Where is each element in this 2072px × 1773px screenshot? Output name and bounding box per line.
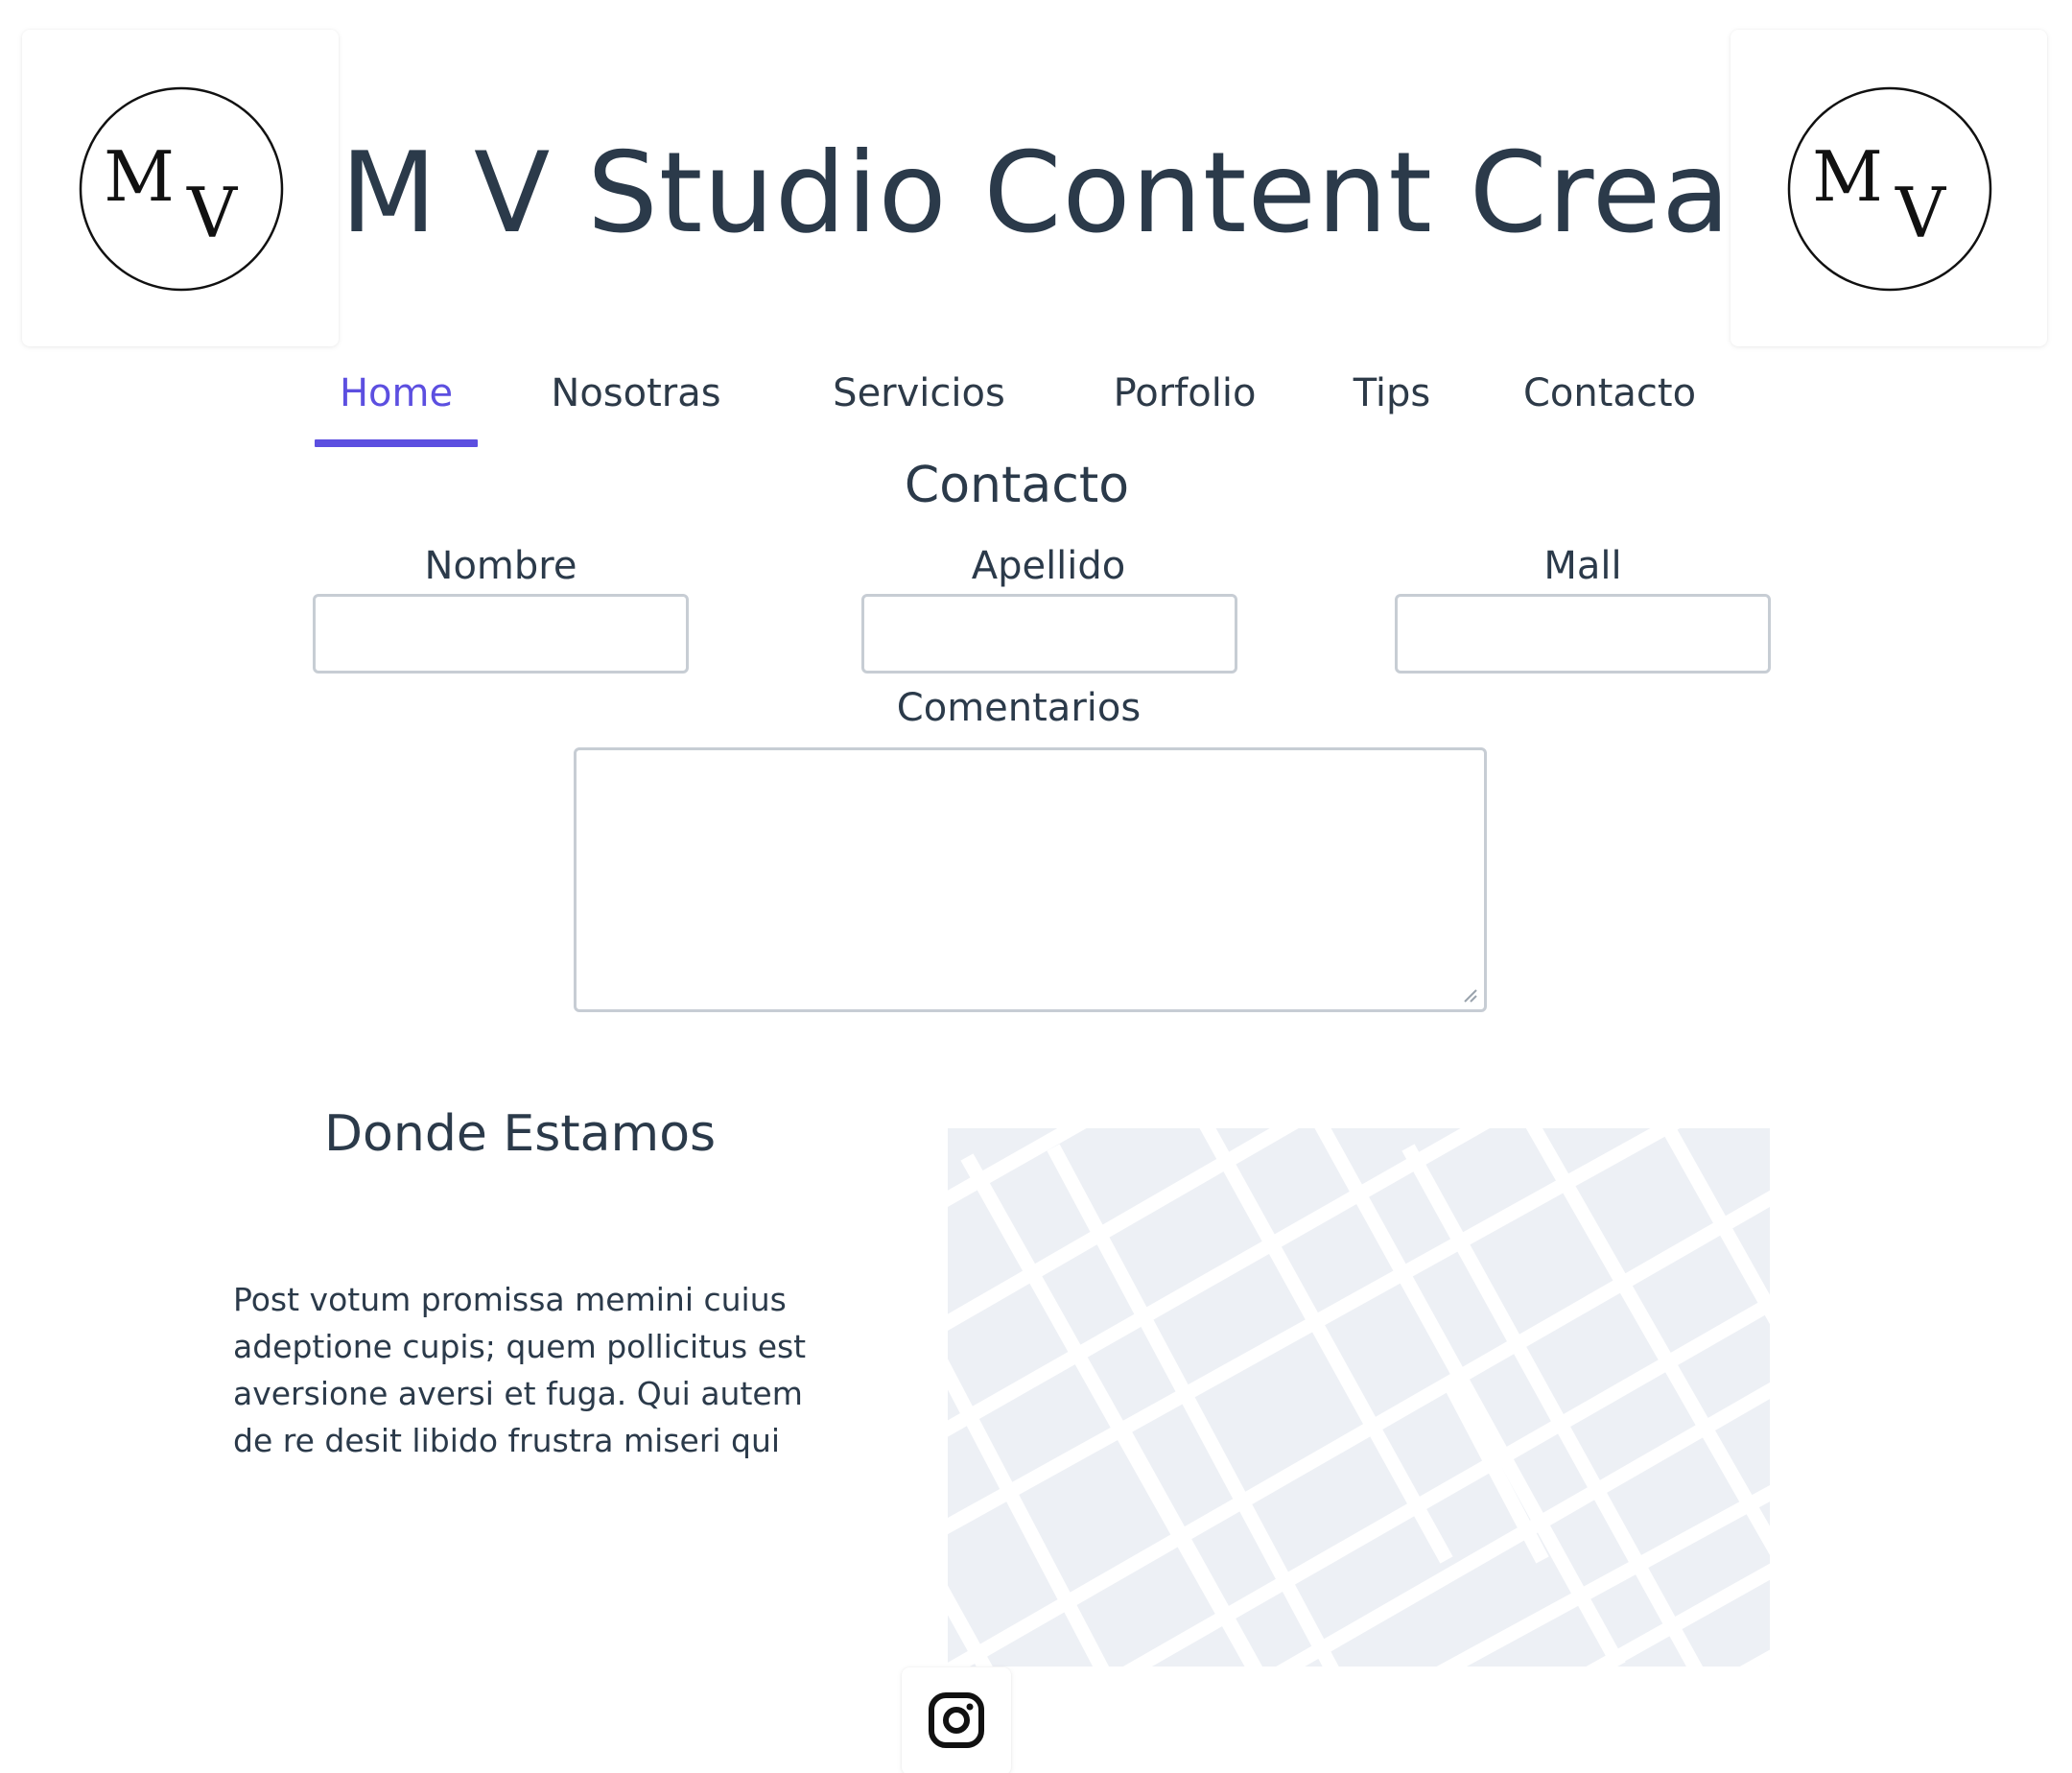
page: M V M V Studio Content Creator M V Home … xyxy=(0,0,2072,1773)
nav-item-home[interactable]: Home xyxy=(315,369,478,417)
location-heading: Donde Estamos xyxy=(324,1105,717,1163)
mall-input[interactable] xyxy=(1395,594,1771,674)
comentarios-label: Comentarios xyxy=(896,686,1142,730)
logo-left[interactable]: M V xyxy=(22,30,339,346)
logo-right[interactable]: M V xyxy=(1731,30,2047,346)
contact-heading: Contacto xyxy=(904,457,1130,514)
nav-item-tips[interactable]: Tips xyxy=(1339,369,1445,417)
nav-item-nosotras[interactable]: Nosotras xyxy=(540,369,732,417)
comentarios-textarea[interactable] xyxy=(574,747,1487,1012)
nombre-input[interactable] xyxy=(313,594,689,674)
mv-monogram-logo: M V xyxy=(1787,86,1992,292)
nav-item-servicios[interactable]: Servicios xyxy=(823,369,1015,417)
nav-item-contacto[interactable]: Contacto xyxy=(1514,369,1706,417)
location-description: Post votum promissa memini cuius adeptio… xyxy=(233,1281,807,1459)
logo-letter-v: V xyxy=(1895,173,1947,253)
mv-monogram-logo: M V xyxy=(79,86,284,292)
site-title: M V Studio Content Creator xyxy=(341,129,1892,258)
logo-letter-m: M xyxy=(104,136,175,217)
nav-item-porfolio[interactable]: Porfolio xyxy=(1094,369,1276,417)
instagram-link[interactable] xyxy=(902,1667,1011,1773)
apellido-label: Apellido xyxy=(971,544,1126,588)
resize-grip-icon[interactable] xyxy=(1461,986,1478,1004)
nav-active-indicator xyxy=(315,439,478,447)
nombre-label: Nombre xyxy=(424,544,577,588)
mall-label: Mall xyxy=(1543,544,1622,588)
map-graphic xyxy=(948,1128,1770,1667)
apellido-input[interactable] xyxy=(861,594,1237,674)
instagram-icon xyxy=(929,1692,984,1748)
logo-letter-v: V xyxy=(186,173,239,253)
location-map[interactable] xyxy=(948,1128,1770,1667)
logo-letter-m: M xyxy=(1812,136,1883,217)
